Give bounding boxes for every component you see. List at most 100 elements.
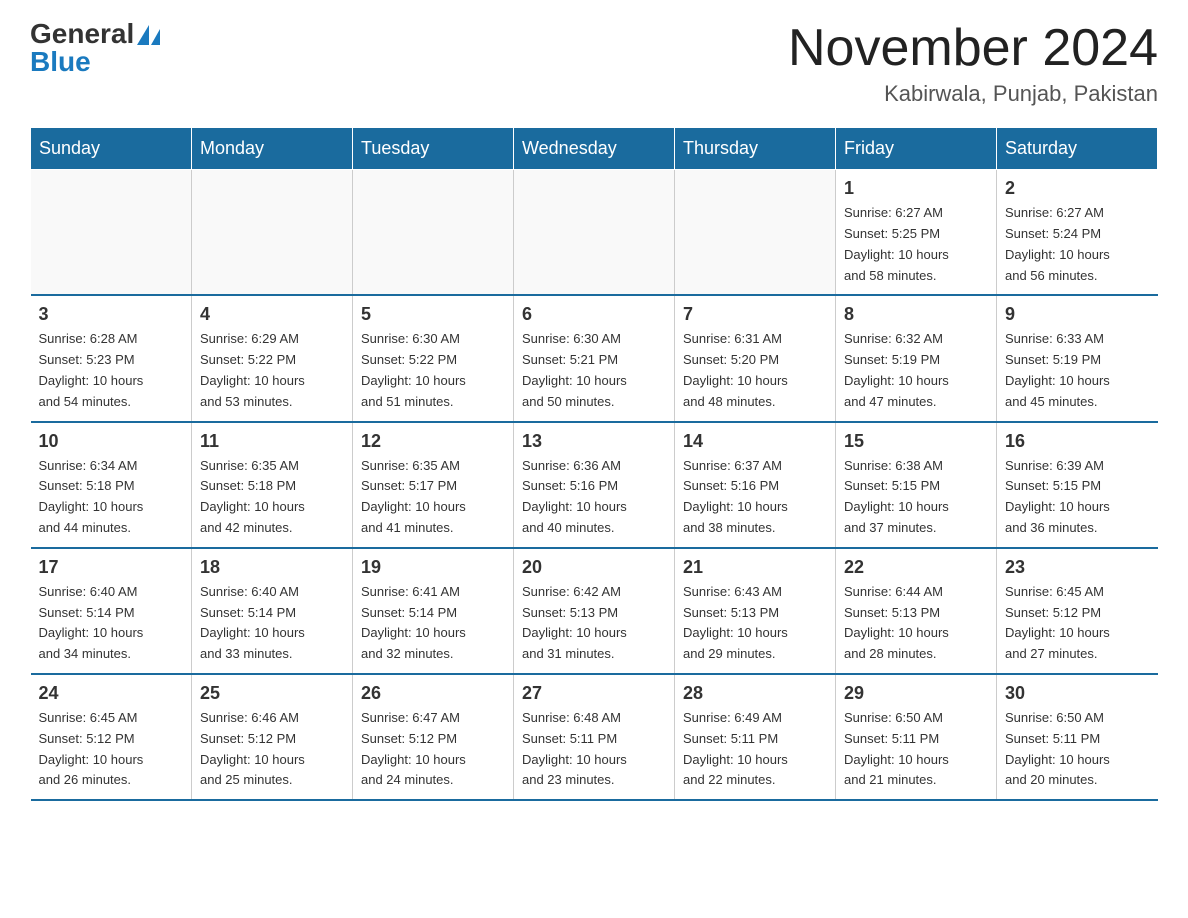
calendar-cell: 7 Sunrise: 6:31 AMSunset: 5:20 PMDaylight… <box>675 295 836 421</box>
day-number: 25 <box>200 683 344 704</box>
day-number: 10 <box>39 431 184 452</box>
day-info: Sunrise: 6:41 AMSunset: 5:14 PMDaylight:… <box>361 582 505 665</box>
calendar-cell: 3 Sunrise: 6:28 AMSunset: 5:23 PMDaylight… <box>31 295 192 421</box>
day-number: 14 <box>683 431 827 452</box>
day-info: Sunrise: 6:29 AMSunset: 5:22 PMDaylight:… <box>200 329 344 412</box>
day-info: Sunrise: 6:47 AMSunset: 5:12 PMDaylight:… <box>361 708 505 791</box>
title-block: November 2024 Kabirwala, Punjab, Pakista… <box>788 20 1158 107</box>
calendar-cell: 18Sunrise: 6:40 AMSunset: 5:14 PMDayligh… <box>192 548 353 674</box>
calendar-cell: 12Sunrise: 6:35 AMSunset: 5:17 PMDayligh… <box>353 422 514 548</box>
calendar-cell <box>514 170 675 296</box>
day-number: 26 <box>361 683 505 704</box>
day-info: Sunrise: 6:32 AMSunset: 5:19 PMDaylight:… <box>844 329 988 412</box>
day-info: Sunrise: 6:28 AMSunset: 5:23 PMDaylight:… <box>39 329 184 412</box>
calendar-cell: 21 Sunrise: 6:43 AMSunset: 5:13 PMDayligh… <box>675 548 836 674</box>
day-number: 22 <box>844 557 988 578</box>
calendar-cell: 13Sunrise: 6:36 AMSunset: 5:16 PMDayligh… <box>514 422 675 548</box>
day-info: Sunrise: 6:33 AMSunset: 5:19 PMDaylight:… <box>1005 329 1150 412</box>
location: Kabirwala, Punjab, Pakistan <box>788 81 1158 107</box>
day-info: Sunrise: 6:45 AMSunset: 5:12 PMDaylight:… <box>1005 582 1150 665</box>
day-info: Sunrise: 6:40 AMSunset: 5:14 PMDaylight:… <box>39 582 184 665</box>
calendar-cell: 27Sunrise: 6:48 AMSunset: 5:11 PMDayligh… <box>514 674 675 800</box>
logo: General Blue <box>30 20 160 76</box>
day-info: Sunrise: 6:45 AMSunset: 5:12 PMDaylight:… <box>39 708 184 791</box>
calendar-cell: 11 Sunrise: 6:35 AMSunset: 5:18 PMDayligh… <box>192 422 353 548</box>
calendar-cell: 1 Sunrise: 6:27 AMSunset: 5:25 PMDaylight… <box>836 170 997 296</box>
day-info: Sunrise: 6:27 AMSunset: 5:25 PMDaylight:… <box>844 203 988 286</box>
calendar: SundayMondayTuesdayWednesdayThursdayFrid… <box>30 127 1158 801</box>
day-info: Sunrise: 6:44 AMSunset: 5:13 PMDaylight:… <box>844 582 988 665</box>
day-number: 3 <box>39 304 184 325</box>
day-info: Sunrise: 6:30 AMSunset: 5:21 PMDaylight:… <box>522 329 666 412</box>
day-number: 6 <box>522 304 666 325</box>
column-header-tuesday: Tuesday <box>353 128 514 170</box>
calendar-week-row: 24 Sunrise: 6:45 AMSunset: 5:12 PMDayligh… <box>31 674 1158 800</box>
day-info: Sunrise: 6:42 AMSunset: 5:13 PMDaylight:… <box>522 582 666 665</box>
calendar-cell: 2 Sunrise: 6:27 AMSunset: 5:24 PMDaylight… <box>997 170 1158 296</box>
calendar-cell: 16 Sunrise: 6:39 AMSunset: 5:15 PMDayligh… <box>997 422 1158 548</box>
day-number: 2 <box>1005 178 1150 199</box>
day-number: 4 <box>200 304 344 325</box>
calendar-cell <box>192 170 353 296</box>
day-number: 1 <box>844 178 988 199</box>
column-header-monday: Monday <box>192 128 353 170</box>
calendar-cell <box>675 170 836 296</box>
calendar-cell: 22 Sunrise: 6:44 AMSunset: 5:13 PMDayligh… <box>836 548 997 674</box>
calendar-cell: 8Sunrise: 6:32 AMSunset: 5:19 PMDaylight… <box>836 295 997 421</box>
day-info: Sunrise: 6:50 AMSunset: 5:11 PMDaylight:… <box>1005 708 1150 791</box>
column-header-friday: Friday <box>836 128 997 170</box>
day-number: 29 <box>844 683 988 704</box>
calendar-cell: 29 Sunrise: 6:50 AMSunset: 5:11 PMDayligh… <box>836 674 997 800</box>
day-info: Sunrise: 6:49 AMSunset: 5:11 PMDaylight:… <box>683 708 827 791</box>
calendar-cell: 28 Sunrise: 6:49 AMSunset: 5:11 PMDayligh… <box>675 674 836 800</box>
column-header-thursday: Thursday <box>675 128 836 170</box>
day-number: 19 <box>361 557 505 578</box>
day-number: 12 <box>361 431 505 452</box>
calendar-week-row: 3 Sunrise: 6:28 AMSunset: 5:23 PMDaylight… <box>31 295 1158 421</box>
day-info: Sunrise: 6:39 AMSunset: 5:15 PMDaylight:… <box>1005 456 1150 539</box>
calendar-cell: 15 Sunrise: 6:38 AMSunset: 5:15 PMDayligh… <box>836 422 997 548</box>
day-info: Sunrise: 6:31 AMSunset: 5:20 PMDaylight:… <box>683 329 827 412</box>
calendar-cell: 23 Sunrise: 6:45 AMSunset: 5:12 PMDayligh… <box>997 548 1158 674</box>
day-number: 5 <box>361 304 505 325</box>
logo-general-text: General <box>30 20 160 48</box>
day-number: 9 <box>1005 304 1150 325</box>
calendar-week-row: 10 Sunrise: 6:34 AMSunset: 5:18 PMDayligh… <box>31 422 1158 548</box>
calendar-cell: 6 Sunrise: 6:30 AMSunset: 5:21 PMDaylight… <box>514 295 675 421</box>
day-info: Sunrise: 6:35 AMSunset: 5:18 PMDaylight:… <box>200 456 344 539</box>
calendar-cell: 24 Sunrise: 6:45 AMSunset: 5:12 PMDayligh… <box>31 674 192 800</box>
column-header-saturday: Saturday <box>997 128 1158 170</box>
calendar-cell: 14 Sunrise: 6:37 AMSunset: 5:16 PMDayligh… <box>675 422 836 548</box>
day-info: Sunrise: 6:37 AMSunset: 5:16 PMDaylight:… <box>683 456 827 539</box>
day-number: 16 <box>1005 431 1150 452</box>
day-info: Sunrise: 6:50 AMSunset: 5:11 PMDaylight:… <box>844 708 988 791</box>
day-info: Sunrise: 6:34 AMSunset: 5:18 PMDaylight:… <box>39 456 184 539</box>
column-header-wednesday: Wednesday <box>514 128 675 170</box>
day-info: Sunrise: 6:46 AMSunset: 5:12 PMDaylight:… <box>200 708 344 791</box>
calendar-week-row: 17Sunrise: 6:40 AMSunset: 5:14 PMDayligh… <box>31 548 1158 674</box>
day-number: 24 <box>39 683 184 704</box>
day-number: 13 <box>522 431 666 452</box>
calendar-cell: 4 Sunrise: 6:29 AMSunset: 5:22 PMDaylight… <box>192 295 353 421</box>
day-info: Sunrise: 6:43 AMSunset: 5:13 PMDaylight:… <box>683 582 827 665</box>
day-number: 11 <box>200 431 344 452</box>
day-info: Sunrise: 6:27 AMSunset: 5:24 PMDaylight:… <box>1005 203 1150 286</box>
day-info: Sunrise: 6:30 AMSunset: 5:22 PMDaylight:… <box>361 329 505 412</box>
logo-blue-text: Blue <box>30 48 91 76</box>
calendar-cell: 30 Sunrise: 6:50 AMSunset: 5:11 PMDayligh… <box>997 674 1158 800</box>
calendar-cell: 17Sunrise: 6:40 AMSunset: 5:14 PMDayligh… <box>31 548 192 674</box>
calendar-cell: 25 Sunrise: 6:46 AMSunset: 5:12 PMDayligh… <box>192 674 353 800</box>
day-number: 27 <box>522 683 666 704</box>
day-number: 30 <box>1005 683 1150 704</box>
day-number: 23 <box>1005 557 1150 578</box>
day-number: 28 <box>683 683 827 704</box>
day-number: 21 <box>683 557 827 578</box>
calendar-cell: 9 Sunrise: 6:33 AMSunset: 5:19 PMDaylight… <box>997 295 1158 421</box>
column-header-sunday: Sunday <box>31 128 192 170</box>
day-info: Sunrise: 6:38 AMSunset: 5:15 PMDaylight:… <box>844 456 988 539</box>
day-number: 15 <box>844 431 988 452</box>
calendar-cell: 19 Sunrise: 6:41 AMSunset: 5:14 PMDayligh… <box>353 548 514 674</box>
calendar-cell: 5 Sunrise: 6:30 AMSunset: 5:22 PMDaylight… <box>353 295 514 421</box>
day-number: 7 <box>683 304 827 325</box>
day-number: 18 <box>200 557 344 578</box>
